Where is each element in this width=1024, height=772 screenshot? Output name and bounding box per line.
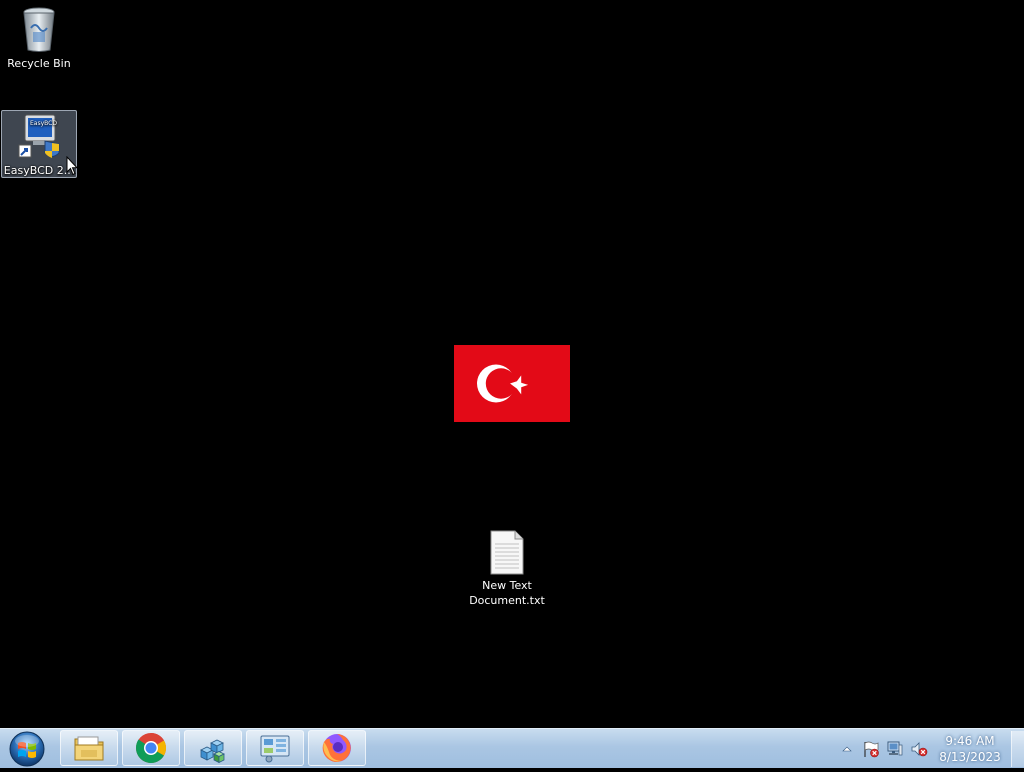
system-tray: 9:46 AM 8/13/2023 (835, 729, 1024, 769)
taskbar: 9:46 AM 8/13/2023 (0, 728, 1024, 768)
volume-muted-icon (911, 742, 928, 757)
desktop-icon-label: Recycle Bin (7, 57, 71, 70)
svg-text:EasyBCD: EasyBCD (30, 120, 57, 127)
chrome-icon (135, 733, 167, 764)
taskbar-chrome-button[interactable] (122, 730, 180, 766)
taskbar-explorer-button[interactable] (60, 730, 118, 766)
desktop[interactable]: Recycle Bin EasyBCD EasyBCD 2... New Tex… (0, 0, 1024, 728)
firefox-icon (322, 734, 351, 762)
mouse-cursor (66, 155, 79, 176)
clock-date: 8/13/2023 (939, 750, 1001, 764)
control-panel-icon (260, 735, 290, 763)
text-document-icon (483, 528, 531, 576)
desktop-icon-label: EasyBCD 2... (3, 164, 75, 177)
clock-time: 9:46 AM (945, 734, 995, 748)
show-hidden-icons-button[interactable] (836, 738, 858, 760)
taskbar-firefox-button[interactable] (308, 730, 366, 766)
network-icon (887, 741, 903, 756)
recycle-bin-icon (15, 6, 63, 54)
action-center-button[interactable] (860, 738, 882, 760)
taskbar-control-panel-button[interactable] (246, 730, 304, 766)
network-button[interactable] (884, 738, 906, 760)
taskbar-registry-button[interactable] (184, 730, 242, 766)
start-button[interactable] (4, 730, 50, 768)
show-desktop-button[interactable] (1011, 731, 1024, 767)
chevron-up-icon (842, 746, 852, 752)
wallpaper-flag (454, 345, 570, 422)
desktop-icon-text-document[interactable]: New Text Document.txt (469, 528, 545, 608)
action-center-flag-icon (864, 741, 879, 758)
file-explorer-icon (74, 736, 104, 761)
desktop-icon-recycle-bin[interactable]: Recycle Bin (1, 6, 77, 71)
desktop-icon-label: New Text Document.txt (469, 579, 545, 607)
volume-button[interactable] (908, 738, 930, 760)
easybcd-icon: EasyBCD (15, 113, 63, 161)
clock[interactable]: 9:46 AM 8/13/2023 (931, 733, 1009, 765)
registry-cubes-icon (200, 739, 225, 764)
windows-start-orb (9, 731, 45, 767)
